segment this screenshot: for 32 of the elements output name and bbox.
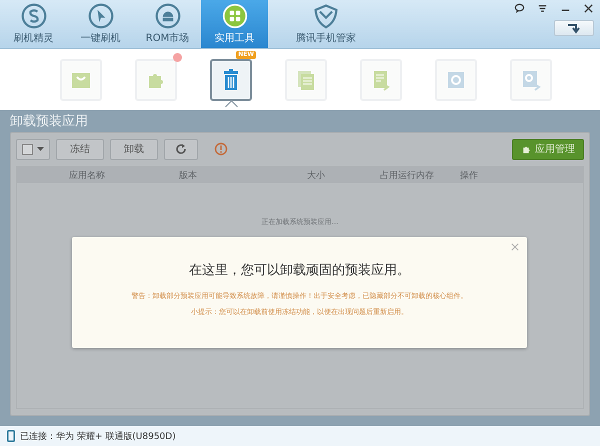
close-icon[interactable] <box>583 3 594 14</box>
panel-title: 卸载预装应用 <box>10 113 89 131</box>
grid-icon <box>222 3 248 29</box>
tool-tile[interactable] <box>210 58 252 100</box>
caret-icon <box>37 146 44 152</box>
nav-tab[interactable]: 腾讯手机管家 <box>274 0 378 48</box>
toolbar-button[interactable]: 冻结 <box>56 138 104 160</box>
shield-icon <box>313 3 339 29</box>
column-header: 版本 <box>179 170 198 182</box>
column-header: 应用名称 <box>69 170 106 182</box>
column-header: 大小 <box>307 170 326 182</box>
nav-tab[interactable]: 实用工具 <box>201 0 268 48</box>
phone-icon <box>7 430 15 442</box>
select-all-dropdown[interactable] <box>16 138 50 160</box>
cursor-icon <box>88 3 114 29</box>
app-manage-button[interactable]: 应用管理 <box>512 138 584 160</box>
down-arrow-icon <box>567 22 581 34</box>
refresh-icon <box>175 143 187 155</box>
nav-tab[interactable]: 一键刷机 <box>67 0 134 48</box>
connection-status: 已连接：华为 荣耀+ 联通版(U8950D) <box>20 430 176 442</box>
s-logo-icon <box>20 3 46 29</box>
column-header: 占用运行内存 <box>380 170 435 182</box>
refresh-button[interactable] <box>164 138 198 160</box>
toolbar-button[interactable]: 卸载 <box>110 138 158 160</box>
chat-bubble-icon[interactable] <box>514 3 525 14</box>
warning-icon[interactable] <box>214 142 228 156</box>
menu-icon[interactable] <box>537 3 548 14</box>
column-header: 操作 <box>460 170 478 182</box>
arrow-button[interactable] <box>554 20 594 36</box>
nav-tab[interactable]: 刷机精灵 <box>0 0 67 48</box>
nav-tab[interactable]: ROM市场 <box>134 0 201 48</box>
dialog-heading: 在这里，您可以卸载顽固的预装应用。 <box>189 262 410 279</box>
